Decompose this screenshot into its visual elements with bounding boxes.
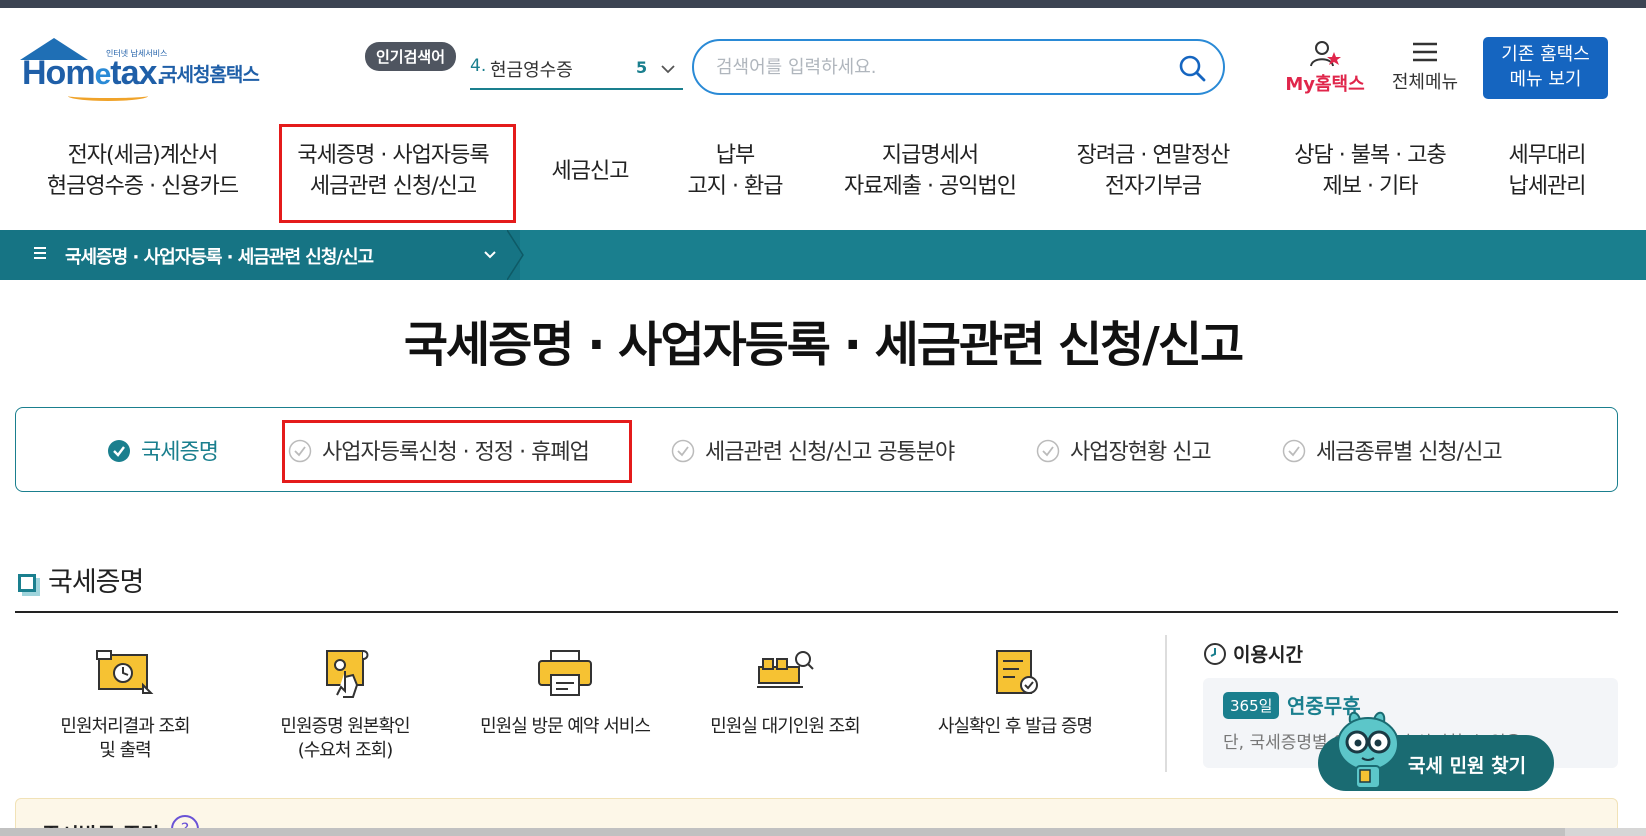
gnb-item-line1: 상담 · 불복 · 고충 <box>1294 143 1446 168</box>
global-navigation: 전자(세금)계산서 현금영수증 · 신용카드 국세증명 · 사업자등록 세금관련… <box>0 125 1646 227</box>
popular-search-badge: 인기검색어 <box>365 42 457 71</box>
top-bar <box>0 0 1646 8</box>
section-title-text: 국세증명 <box>48 567 144 598</box>
section-square-icon <box>18 574 36 592</box>
check-circle-icon <box>671 439 695 463</box>
search-input[interactable] <box>716 53 1156 81</box>
service-label: 민원실 방문 예약 서비스 <box>480 716 651 737</box>
all-menu-label: 전체메뉴 <box>1391 72 1459 93</box>
logo-korean-name: 국세청홈택스 <box>160 64 260 86</box>
service-label: 사실확인 후 발급 증명 <box>937 716 1093 737</box>
finder-label: 국세 민원 찾기 <box>1408 755 1527 777</box>
check-circle-icon <box>1036 439 1060 463</box>
service-fact-check-certificate[interactable]: 사실확인 후 발급 증명 <box>920 645 1110 739</box>
gnb-item-line2: 자료제출 · 공익법인 <box>844 174 1017 199</box>
scrollbar-thumb[interactable] <box>0 828 1565 836</box>
service-visit-reservation[interactable]: 민원실 방문 예약 서비스 <box>470 645 660 739</box>
mascot-icon[interactable] <box>1328 708 1408 790</box>
tab-common-filing[interactable]: 세금관련 신청/신고 공통분야 <box>671 434 955 466</box>
gnb-item-incentive[interactable]: 장려금 · 연말정산 전자기부금 <box>1063 140 1243 202</box>
my-hometax-button[interactable]: My홈택스 <box>1280 40 1370 96</box>
user-star-icon <box>1310 41 1341 67</box>
check-circle-icon <box>1282 439 1306 463</box>
vertical-divider <box>1165 635 1167 772</box>
gnb-item-payment[interactable]: 납부 고지 · 환급 <box>670 140 800 202</box>
horizontal-scrollbar[interactable] <box>0 828 1646 836</box>
list-icon <box>34 247 46 259</box>
breadcrumb-separator-icon <box>507 230 524 280</box>
popular-rank-index: 5 <box>636 58 648 77</box>
service-label: 민원처리결과 조회 및 출력 <box>60 716 190 761</box>
gnb-item-tax-filing[interactable]: 세금신고 <box>535 156 645 187</box>
chevron-down-icon[interactable] <box>659 60 677 78</box>
chevron-down-icon[interactable] <box>482 247 498 263</box>
hamburger-icon <box>1413 42 1437 62</box>
hometax-logo[interactable]: 인터넷 납세서비스 Hometax. 국세청홈택스 <box>18 36 278 101</box>
gnb-item-line1: 세무대리 <box>1508 143 1587 168</box>
old-menu-line1: 기존 홈택스 <box>1501 44 1590 65</box>
certificate-touch-icon <box>326 650 369 698</box>
popular-search-rolling[interactable]: 4. 현금영수증 5 <box>470 56 683 90</box>
highlight-box-gnb <box>279 124 516 223</box>
all-menu-button[interactable]: 전체메뉴 <box>1385 40 1465 96</box>
search-icon[interactable] <box>1177 53 1207 83</box>
verified-document-icon <box>996 650 1038 694</box>
my-hometax-label: My홈택스 <box>1285 74 1365 95</box>
service-label: 민원증명 원본확인 (수요처 조회) <box>280 716 410 761</box>
waiting-room-icon <box>757 651 814 688</box>
hours-title: 이용시간 <box>1203 640 1303 667</box>
gnb-item-line2: 납세관리 <box>1508 174 1587 199</box>
popular-rank-keyword[interactable]: 현금영수증 <box>490 56 573 82</box>
tab-label: 세금관련 신청/신고 공통분야 <box>705 440 955 465</box>
gnb-item-tax-agent[interactable]: 세무대리 납세관리 <box>1492 140 1602 202</box>
service-label: 민원실 대기인원 조회 <box>710 716 860 737</box>
clock-icon <box>1204 643 1226 665</box>
hours-badge: 365일 <box>1223 692 1280 719</box>
gnb-item-payment-statement[interactable]: 지급명세서 자료제출 · 공익법인 <box>835 140 1025 202</box>
gnb-item-line1: 납부 <box>715 143 755 168</box>
service-certificate-verify[interactable]: 민원증명 원본확인 (수요처 조회) <box>250 645 440 763</box>
tab-tax-type-filing[interactable]: 세금종류별 신청/신고 <box>1282 434 1503 466</box>
service-waiting-count[interactable]: 민원실 대기인원 조회 <box>690 645 880 739</box>
breadcrumb-label: 국세증명 · 사업자등록 · 세금관련 신청/신고 <box>65 247 374 268</box>
tab-label: 국세증명 <box>141 440 219 465</box>
logo-wordmark: Hometax. <box>22 54 166 92</box>
section-divider <box>15 611 1618 613</box>
gnb-item-line1: 세금신고 <box>551 159 630 184</box>
gnb-item-line2: 고지 · 환급 <box>687 174 784 199</box>
gnb-item-consult[interactable]: 상담 · 불복 · 고충 제보 · 기타 <box>1280 140 1460 202</box>
old-menu-line2: 메뉴 보기 <box>1509 69 1582 90</box>
tab-tax-certificate[interactable]: 국세증명 <box>107 434 219 466</box>
tab-label: 사업장현황 신고 <box>1070 440 1212 465</box>
section-title: 국세증명 <box>18 560 144 599</box>
gnb-item-line2: 전자기부금 <box>1104 174 1202 199</box>
gnb-item-line1: 장려금 · 연말정산 <box>1076 143 1231 168</box>
gnb-item-line2: 제보 · 기타 <box>1322 174 1419 199</box>
page-title: 국세증명 · 사업자등록 · 세금관련 신청/신고 <box>403 317 1244 373</box>
highlight-box-tab <box>282 420 632 483</box>
gnb-item-line1: 전자(세금)계산서 <box>67 143 219 168</box>
document-result-icon <box>96 650 154 694</box>
gnb-item-e-invoice[interactable]: 전자(세금)계산서 현금영수증 · 신용카드 <box>40 140 245 202</box>
sub-tabs: 국세증명 사업자등록신청 · 정정 · 휴폐업 세금관련 신청/신고 공통분야 … <box>15 407 1618 492</box>
printer-icon <box>538 650 592 696</box>
old-menu-button[interactable]: 기존 홈택스 메뉴 보기 <box>1483 37 1608 99</box>
logo-swoosh-icon <box>68 91 148 101</box>
search-box <box>692 39 1225 95</box>
tab-business-status[interactable]: 사업장현황 신고 <box>1036 434 1212 466</box>
tab-label: 세금종류별 신청/신고 <box>1316 440 1503 465</box>
check-circle-filled-icon <box>108 440 130 462</box>
popular-rank-number: 4. <box>470 56 487 76</box>
gnb-item-line2: 현금영수증 · 신용카드 <box>46 174 239 199</box>
service-result-lookup[interactable]: 민원처리결과 조회 및 출력 <box>30 645 220 763</box>
breadcrumb: 국세증명 · 사업자등록 · 세금관련 신청/신고 <box>0 230 1646 280</box>
breadcrumb-current[interactable]: 국세증명 · 사업자등록 · 세금관련 신청/신고 <box>0 230 520 280</box>
gnb-item-line1: 지급명세서 <box>881 143 979 168</box>
